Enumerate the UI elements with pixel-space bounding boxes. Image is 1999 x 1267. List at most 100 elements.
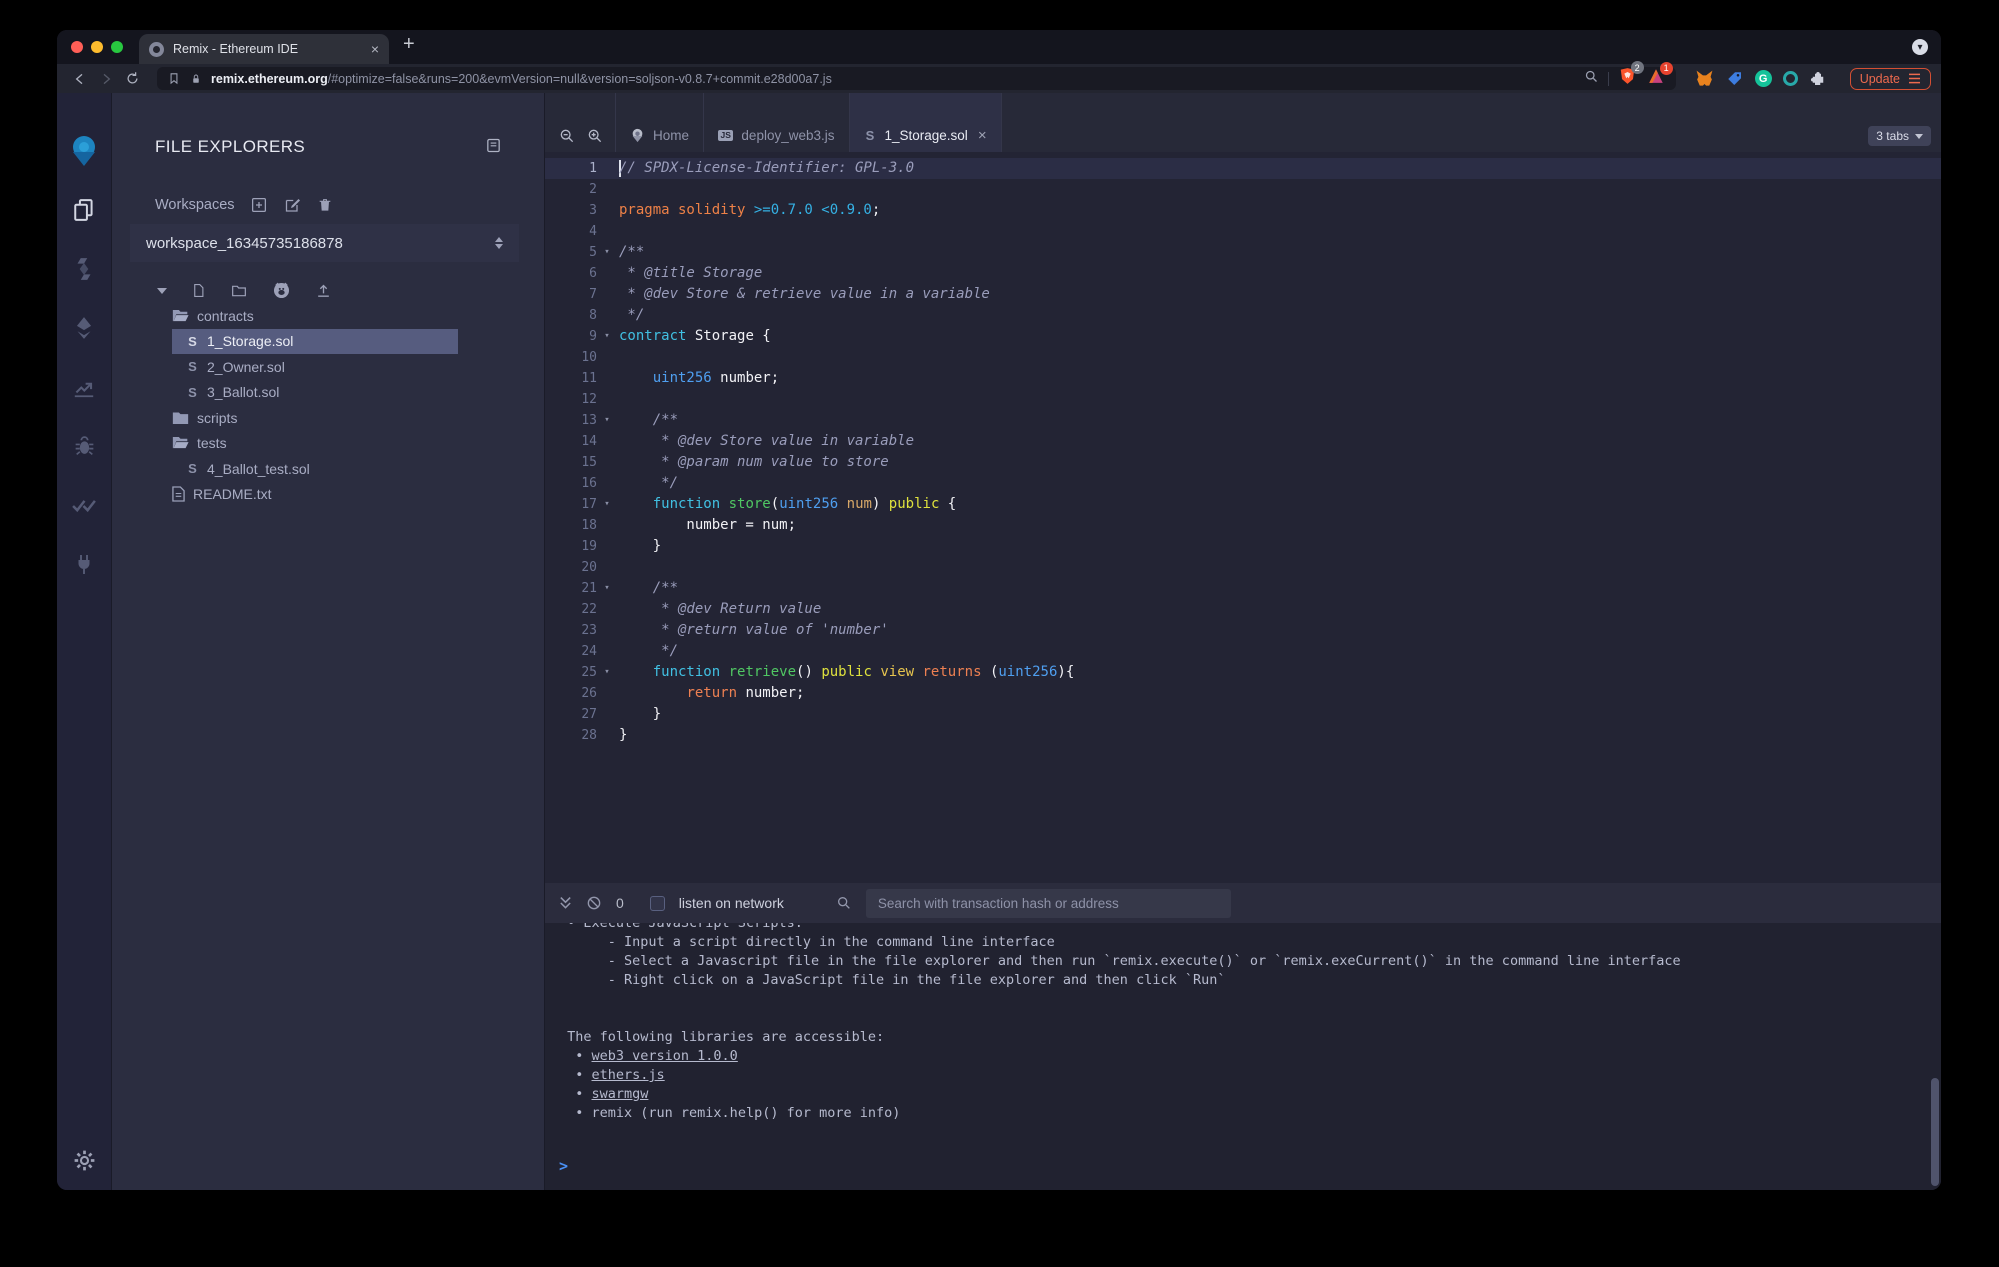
add-workspace-icon[interactable] <box>250 196 268 214</box>
library-link[interactable]: ethers.js <box>592 1067 665 1083</box>
code-line[interactable]: 28} <box>545 725 1941 746</box>
rail-static-analysis[interactable] <box>57 357 111 416</box>
code-line[interactable]: 12 <box>545 389 1941 410</box>
minimize-window-button[interactable] <box>91 41 103 53</box>
code-line[interactable]: 7 * @dev Store & retrieve value in a var… <box>545 284 1941 305</box>
zoom-window-button[interactable] <box>111 41 123 53</box>
zoom-page-icon[interactable] <box>1584 69 1599 89</box>
library-link[interactable]: swarmgw <box>592 1086 649 1102</box>
tree-item-scripts[interactable]: scripts <box>172 405 458 431</box>
code-line[interactable]: 1// SPDX-License-Identifier: GPL-3.0 <box>545 158 1941 179</box>
forward-button[interactable] <box>93 71 119 87</box>
url-bar[interactable]: remix.ethereum.org/#optimize=false&runs=… <box>157 61 1676 91</box>
tabs-count-badge[interactable]: 3 tabs <box>1868 126 1931 146</box>
grammarly-icon[interactable]: G <box>1754 70 1772 87</box>
tree-item-4_Ballot_test.sol[interactable]: S 4_Ballot_test.sol <box>172 456 458 482</box>
rail-settings[interactable] <box>57 1140 111 1180</box>
tree-item-README.txt[interactable]: README.txt <box>172 482 458 508</box>
code-line[interactable]: 17 ▾ function store(uint256 num) public { <box>545 494 1941 515</box>
code-line[interactable]: 10 <box>545 347 1941 368</box>
code-line[interactable]: 26 return number; <box>545 683 1941 704</box>
code-line[interactable]: 21 ▾ /** <box>545 578 1941 599</box>
close-window-button[interactable] <box>71 41 83 53</box>
code-line[interactable]: 11 uint256 number; <box>545 368 1941 389</box>
code-line[interactable]: 9 ▾ contract Storage { <box>545 326 1941 347</box>
terminal-output[interactable]: • Execute JavaScript Scripts: - Input a … <box>545 923 1941 1190</box>
code-line[interactable]: 5 ▾/** <box>545 242 1941 263</box>
terminal-search-input[interactable] <box>865 888 1231 918</box>
code-line[interactable]: 2 <box>545 179 1941 200</box>
reload-button[interactable] <box>119 71 145 86</box>
tab-close-icon[interactable]: × <box>371 41 379 57</box>
extensions-puzzle-icon[interactable] <box>1809 70 1827 88</box>
code-line[interactable]: 6 * @title Storage <box>545 263 1941 284</box>
remix-main: FILE EXPLORERS Workspaces workspace_1634… <box>57 93 1941 1190</box>
adblocker-icon[interactable]: 1 <box>1646 61 1673 91</box>
new-tab-button[interactable]: + <box>403 33 415 56</box>
zoom-in-icon[interactable] <box>587 128 603 144</box>
code-line[interactable]: 24 */ <box>545 641 1941 662</box>
terminal-resize-handle[interactable] <box>545 858 1941 883</box>
metamask-icon[interactable] <box>1694 69 1715 88</box>
code-line[interactable]: 20 <box>545 557 1941 578</box>
rail-remix-logo[interactable] <box>57 121 111 180</box>
rename-workspace-icon[interactable] <box>283 196 302 214</box>
code-line[interactable]: 16 */ <box>545 473 1941 494</box>
rail-file-explorer[interactable] <box>57 180 111 239</box>
browser-tab[interactable]: Remix - Ethereum IDE × <box>139 34 389 64</box>
teal-extension-icon[interactable] <box>1782 71 1798 86</box>
rail-unit-testing[interactable] <box>57 475 111 534</box>
github-icon[interactable] <box>272 281 291 300</box>
code-line[interactable]: 19 } <box>545 536 1941 557</box>
zoom-out-icon[interactable] <box>559 128 575 144</box>
close-icon[interactable]: × <box>978 127 987 144</box>
tree-item-1_Storage.sol[interactable]: S 1_Storage.sol <box>172 328 458 354</box>
rail-debugger[interactable] <box>57 416 111 475</box>
tree-item-3_Ballot.sol[interactable]: S 3_Ballot.sol <box>172 380 458 406</box>
code-line[interactable]: 23 * @return value of 'number' <box>545 620 1941 641</box>
code-line[interactable]: 14 * @dev Store value in variable <box>545 431 1941 452</box>
upload-icon[interactable] <box>315 282 332 299</box>
bookmark-icon[interactable] <box>167 71 181 86</box>
new-file-icon[interactable] <box>191 282 206 299</box>
code-line[interactable]: 27 } <box>545 704 1941 725</box>
new-folder-icon[interactable] <box>230 283 248 299</box>
collapse-tree-icon[interactable] <box>157 287 167 294</box>
folder-open-icon <box>172 309 189 321</box>
rail-plugin-manager[interactable] <box>57 534 111 593</box>
rail-solidity-compiler[interactable] <box>57 239 111 298</box>
listen-network-checkbox[interactable] <box>649 895 665 911</box>
tree-item-tests[interactable]: tests <box>172 431 458 457</box>
collapse-terminal-icon[interactable] <box>559 896 572 910</box>
terminal-scrollbar[interactable] <box>1931 1078 1939 1186</box>
code-line[interactable]: 25 ▾ function retrieve() public view retu… <box>545 662 1941 683</box>
terminal-toolbar: 0 listen on network <box>545 883 1941 923</box>
panel-menu-icon[interactable] <box>485 137 502 159</box>
code-line[interactable]: 3 pragma solidity >=0.7.0 <0.9.0; <box>545 200 1941 221</box>
browser-toolbar: remix.ethereum.org/#optimize=false&runs=… <box>57 61 1941 93</box>
tree-item-2_Owner.sol[interactable]: S 2_Owner.sol <box>172 354 458 380</box>
tab-search-icon[interactable]: ▾ <box>1912 39 1928 55</box>
delete-workspace-icon[interactable] <box>317 196 333 214</box>
code-line[interactable]: 15 * @param num value to store <box>545 452 1941 473</box>
code-line[interactable]: 13 ▾ /** <box>545 410 1941 431</box>
tag-extension-icon[interactable] <box>1726 70 1744 88</box>
code-line[interactable]: 8 */ <box>545 305 1941 326</box>
brave-shield-icon[interactable]: 2 <box>1618 61 1644 91</box>
workspace-select[interactable]: workspace_16345735186878 <box>130 224 519 262</box>
editor-tab-deploy_web3.js[interactable]: JS deploy_web3.js <box>704 93 850 152</box>
library-link[interactable]: web3 version 1.0.0 <box>592 1048 738 1064</box>
menu-icon[interactable] <box>1908 73 1921 84</box>
code-editor[interactable]: 1// SPDX-License-Identifier: GPL-3.0 2 3 pr… <box>545 152 1941 858</box>
back-button[interactable] <box>67 71 93 87</box>
clear-terminal-icon[interactable] <box>586 895 602 911</box>
update-button[interactable]: Update <box>1849 67 1931 90</box>
editor-tab-1_Storage.sol[interactable]: S 1_Storage.sol × <box>849 93 1002 152</box>
tree-item-contracts[interactable]: contracts <box>172 303 458 329</box>
editor-tab-Home[interactable]: Home <box>615 93 705 152</box>
rail-deploy-run[interactable] <box>57 298 111 357</box>
code-line[interactable]: 4 <box>545 221 1941 242</box>
terminal-prompt[interactable]: > <box>559 1157 568 1176</box>
code-line[interactable]: 18 number = num; <box>545 515 1941 536</box>
code-line[interactable]: 22 * @dev Return value <box>545 599 1941 620</box>
